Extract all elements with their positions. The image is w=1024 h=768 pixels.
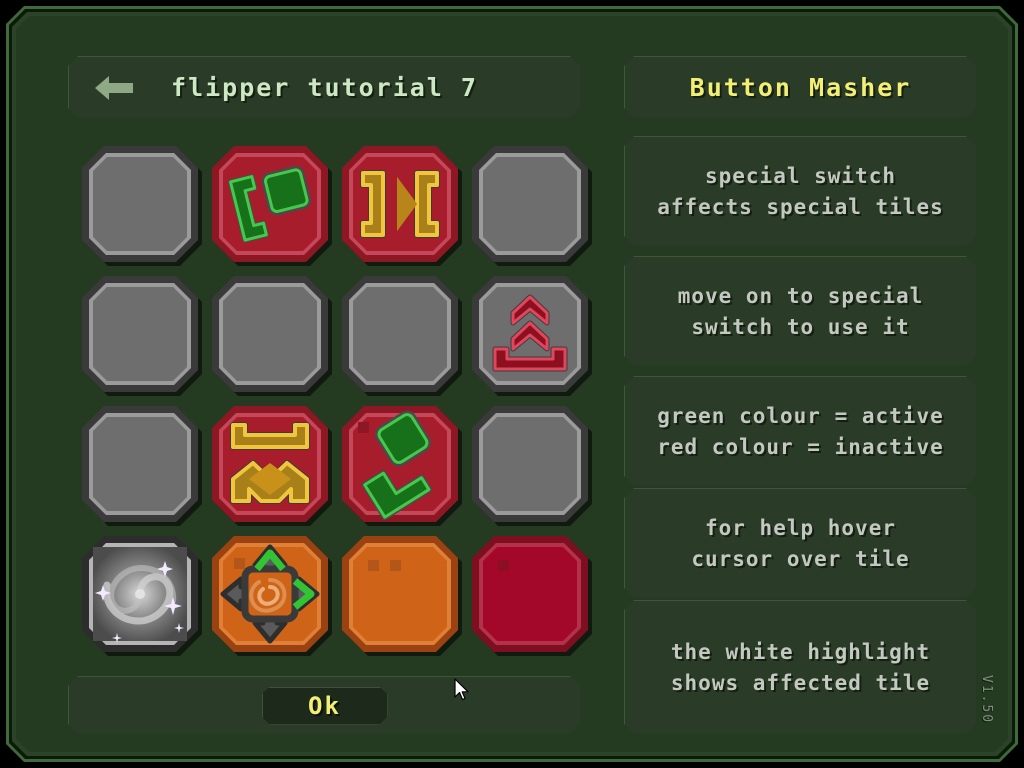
level-name: Button Masher — [689, 73, 912, 102]
yellow-bracket-chevron-icon — [223, 417, 317, 511]
tile-r4c3[interactable] — [342, 536, 458, 652]
green-bracket-square-rot-icon — [353, 417, 447, 511]
instruction-line: for help hover — [704, 516, 896, 541]
instruction-line: switch to use it — [691, 314, 910, 339]
tile-marker-dot — [390, 560, 401, 571]
ok-button-label: Ok — [308, 691, 341, 720]
level-name-bar: Button Masher — [624, 56, 976, 118]
tile-r2c3[interactable] — [342, 276, 458, 392]
tile-r3c4[interactable] — [472, 406, 588, 522]
special-switch-arrows-icon — [223, 547, 317, 641]
instruction-line: special switch — [704, 164, 896, 189]
instruction-panel-1: special switch affects special tiles — [624, 136, 976, 246]
galaxy-spiral-icon — [93, 547, 187, 641]
game-screen: flipper tutorial 7 Button Masher Ok spec… — [0, 0, 1024, 768]
instruction-panel-2: move on to special switch to use it — [624, 256, 976, 366]
tile-r2c1[interactable] — [82, 276, 198, 392]
green-bracket-square-icon — [223, 157, 317, 251]
tile-r3c3[interactable] — [342, 406, 458, 522]
version-label: V1.50 — [979, 674, 994, 724]
tile-r3c1[interactable] — [82, 406, 198, 522]
instruction-line: affects special tiles — [657, 194, 944, 219]
tile-r4c4[interactable] — [472, 536, 588, 652]
instruction-line: green colour = active — [657, 404, 944, 429]
ok-bar: Ok — [68, 676, 580, 734]
red-chevrons-bracket-icon — [483, 287, 577, 381]
tile-r4c2[interactable] — [212, 536, 328, 652]
ok-button[interactable]: Ok — [262, 687, 388, 725]
instruction-line: red colour = inactive — [657, 434, 944, 459]
title-bar: flipper tutorial 7 — [68, 56, 580, 118]
board: flipper tutorial 7 Button Masher Ok spec… — [16, 16, 1008, 752]
tile-marker-dot — [498, 560, 509, 571]
instruction-panel-5: the white highlight shows affected tile — [624, 600, 976, 734]
instruction-line: the white highlight — [670, 640, 931, 665]
tile-r3c2[interactable] — [212, 406, 328, 522]
tile-r2c4[interactable] — [472, 276, 588, 392]
yellow-brackets-icon — [353, 157, 447, 251]
tile-r1c3[interactable] — [342, 146, 458, 262]
tile-r1c1[interactable] — [82, 146, 198, 262]
tile-r4c1[interactable] — [82, 536, 198, 652]
instruction-panel-4: for help hover cursor over tile — [624, 488, 976, 598]
tile-marker-dot — [368, 560, 379, 571]
instruction-line: cursor over tile — [691, 546, 910, 571]
instruction-line: move on to special — [677, 284, 924, 309]
page-title: flipper tutorial 7 — [171, 73, 478, 102]
tile-r2c2[interactable] — [212, 276, 328, 392]
back-arrow-icon[interactable] — [93, 72, 135, 104]
instruction-panel-3: green colour = active red colour = inact… — [624, 376, 976, 486]
tile-r1c4[interactable] — [472, 146, 588, 262]
tile-grid — [68, 132, 598, 668]
tile-r1c2[interactable] — [212, 146, 328, 262]
instruction-line: shows affected tile — [670, 670, 931, 695]
